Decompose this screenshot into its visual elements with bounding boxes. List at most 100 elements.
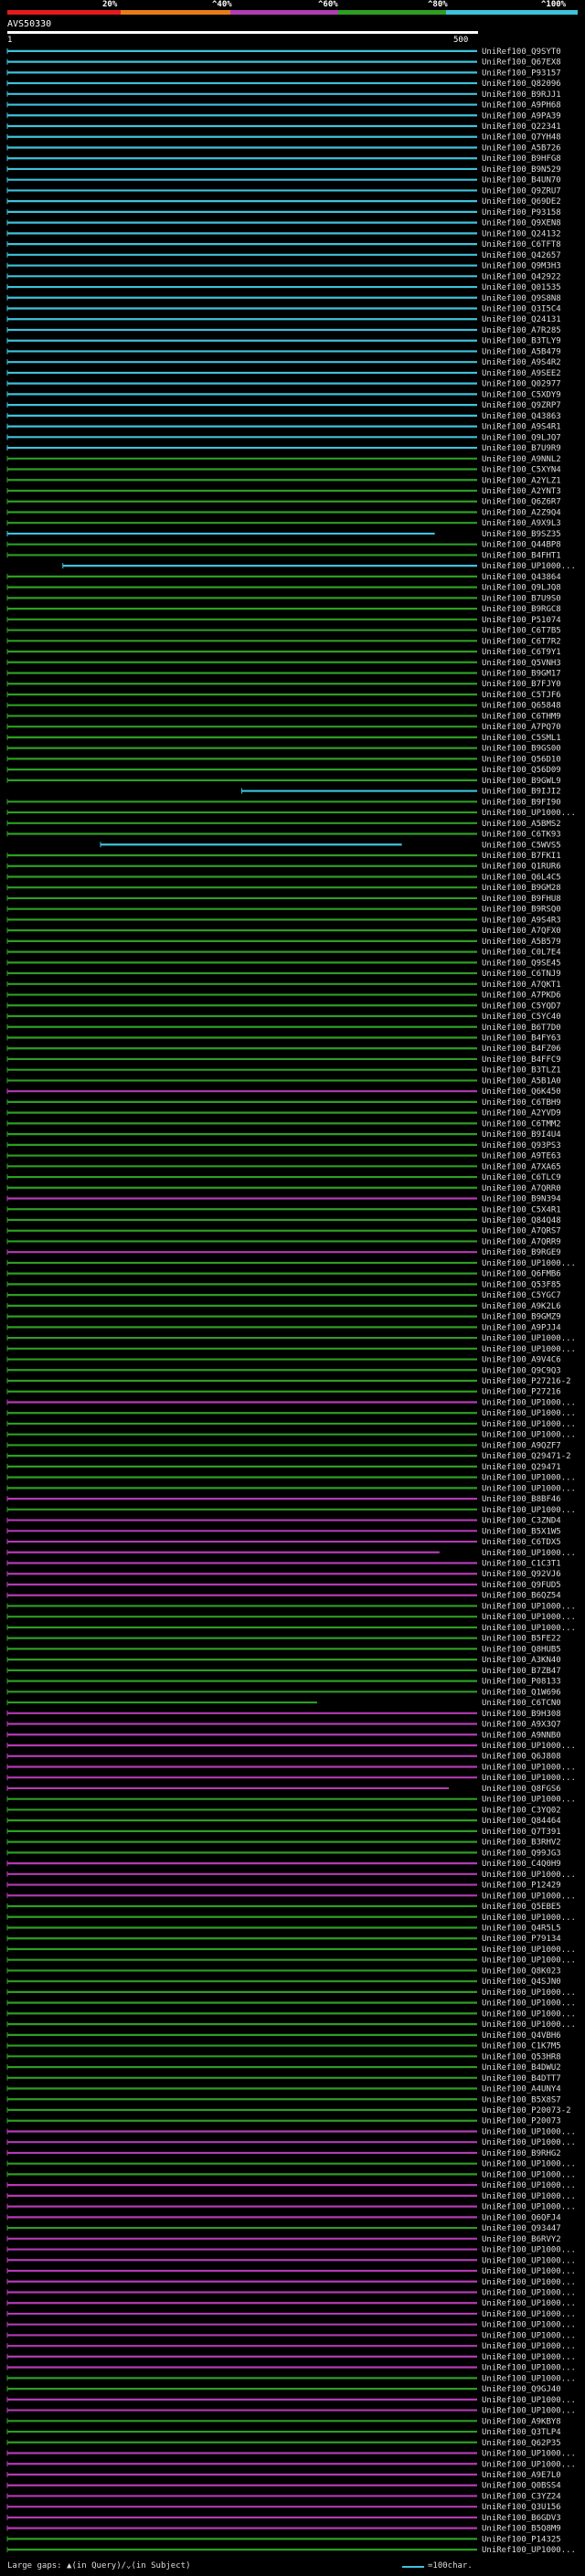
hit-label[interactable]: UniRef100_A5B479 bbox=[482, 347, 561, 356]
hit-row[interactable]: UniRef100_B5Q8M9 bbox=[6, 2525, 561, 2534]
hit-label[interactable]: UniRef100_A9V4C6 bbox=[482, 1356, 561, 1365]
hit-label[interactable]: UniRef100_Q9XEN8 bbox=[482, 219, 561, 228]
hit-label[interactable]: UniRef100_C0L7E4 bbox=[482, 949, 561, 958]
hit-row[interactable]: UniRef100_C6TDX5 bbox=[6, 1538, 561, 1547]
hit-row[interactable]: UniRef100_UP1000... bbox=[6, 2546, 576, 2555]
hit-label[interactable]: UniRef100_Q8HUB5 bbox=[482, 1645, 561, 1654]
hit-label[interactable]: UniRef100_UP1000... bbox=[482, 1484, 576, 1493]
hit-label[interactable]: UniRef100_UP1000... bbox=[482, 1796, 576, 1805]
hit-label[interactable]: UniRef100_A7PKD6 bbox=[482, 991, 561, 1001]
hit-row[interactable]: UniRef100_Q69DE2 bbox=[6, 197, 561, 207]
hit-label[interactable]: UniRef100_C5YC40 bbox=[482, 1012, 561, 1022]
hit-label[interactable]: UniRef100_Q3TLP4 bbox=[482, 2428, 561, 2437]
hit-row[interactable]: UniRef100_Q82096 bbox=[6, 80, 561, 89]
hit-label[interactable]: UniRef100_UP1000... bbox=[482, 2353, 576, 2362]
hit-label[interactable]: UniRef100_Q4SJN0 bbox=[482, 1977, 561, 1987]
hit-row[interactable]: UniRef100_UP1000... bbox=[6, 2127, 576, 2136]
hit-row[interactable]: UniRef100_A9E7L0 bbox=[6, 2471, 561, 2480]
hit-row[interactable]: UniRef100_UP1000... bbox=[6, 2246, 576, 2255]
hit-row[interactable]: UniRef100_Q56D10 bbox=[6, 755, 561, 764]
hit-label[interactable]: UniRef100_B3RHV2 bbox=[482, 1839, 561, 1848]
hit-row[interactable]: UniRef100_Q24131 bbox=[6, 315, 561, 324]
hit-row[interactable]: UniRef100_A9PJJ4 bbox=[6, 1323, 561, 1332]
hit-label[interactable]: UniRef100_C6TNJ9 bbox=[482, 970, 561, 979]
hit-label[interactable]: UniRef100_UP1000... bbox=[482, 1345, 576, 1354]
hit-label[interactable]: UniRef100_B6RVY2 bbox=[482, 2235, 561, 2244]
hit-label[interactable]: UniRef100_UP1000... bbox=[482, 1774, 576, 1783]
hit-label[interactable]: UniRef100_Q99JG3 bbox=[482, 1849, 561, 1858]
hit-label[interactable]: UniRef100_A2YNT3 bbox=[482, 487, 561, 496]
hit-label[interactable]: UniRef100_B4DTT7 bbox=[482, 2074, 561, 2083]
hit-label[interactable]: UniRef100_Q42922 bbox=[482, 272, 561, 281]
hit-label[interactable]: UniRef100_B5FE22 bbox=[482, 1635, 561, 1644]
hit-row[interactable]: UniRef100_B9RGE9 bbox=[6, 1248, 561, 1257]
hit-row[interactable]: UniRef100_UP1000... bbox=[6, 2256, 576, 2265]
hit-row[interactable]: UniRef100_C5YGC7 bbox=[6, 1291, 561, 1300]
hit-row[interactable]: UniRef100_B9GMZ9 bbox=[6, 1313, 561, 1322]
hit-row[interactable]: UniRef100_B9N529 bbox=[6, 165, 561, 175]
hit-row[interactable]: UniRef100_Q42657 bbox=[6, 251, 561, 260]
hit-row[interactable]: UniRef100_A5B1A0 bbox=[6, 1076, 561, 1086]
hit-row[interactable]: UniRef100_A7PKD6 bbox=[6, 991, 561, 1001]
hit-row[interactable]: UniRef100_C6TLC9 bbox=[6, 1173, 561, 1182]
hit-label[interactable]: UniRef100_A3KN40 bbox=[482, 1656, 561, 1665]
hit-row[interactable]: UniRef100_UP1000... bbox=[6, 2138, 576, 2147]
hit-label[interactable]: UniRef100_B3TLZ1 bbox=[482, 1066, 561, 1076]
hit-label[interactable]: UniRef100_UP1000... bbox=[482, 2407, 576, 2416]
hit-row[interactable]: UniRef100_B5FE22 bbox=[6, 1635, 561, 1644]
hit-label[interactable]: UniRef100_P20073 bbox=[482, 2117, 561, 2126]
hit-row[interactable]: UniRef100_UP1000... bbox=[6, 1945, 576, 1955]
hit-row[interactable]: UniRef100_A2YVD9 bbox=[6, 1109, 561, 1118]
hit-row[interactable]: UniRef100_UP1000... bbox=[6, 1259, 576, 1268]
hit-row[interactable]: UniRef100_A9SEE2 bbox=[6, 369, 561, 378]
hit-row[interactable]: UniRef100_B4FY63 bbox=[6, 1034, 561, 1043]
hit-row[interactable]: UniRef100_UP1000... bbox=[6, 2396, 576, 2405]
hit-label[interactable]: UniRef100_A9S4R1 bbox=[482, 423, 561, 432]
hit-label[interactable]: UniRef100_B9RGE9 bbox=[482, 1248, 561, 1257]
hit-row[interactable]: UniRef100_C6TFT8 bbox=[6, 240, 561, 249]
hit-row[interactable]: UniRef100_UP1000... bbox=[6, 1871, 576, 1880]
hit-label[interactable]: UniRef100_UP1000... bbox=[482, 2546, 576, 2555]
hit-label[interactable]: UniRef100_A7QFX0 bbox=[482, 927, 561, 936]
hit-row[interactable]: UniRef100_A2YNT3 bbox=[6, 487, 561, 496]
hit-label[interactable]: UniRef100_UP1000... bbox=[482, 1624, 576, 1633]
hit-label[interactable]: UniRef100_UP1000... bbox=[482, 2203, 576, 2212]
hit-label[interactable]: UniRef100_UP1000... bbox=[482, 2267, 576, 2276]
hit-label[interactable]: UniRef100_A7QRR9 bbox=[482, 1237, 561, 1246]
hit-row[interactable]: UniRef100_B4DWU2 bbox=[6, 2063, 561, 2072]
hit-label[interactable]: UniRef100_Q82096 bbox=[482, 80, 561, 89]
hit-label[interactable]: UniRef100_A9PJJ4 bbox=[482, 1323, 561, 1332]
hit-row[interactable]: UniRef100_UP1000... bbox=[6, 1624, 576, 1633]
hit-row[interactable]: UniRef100_UP1000... bbox=[6, 2020, 576, 2030]
hit-row[interactable]: UniRef100_UP1000... bbox=[6, 1763, 576, 1772]
hit-label[interactable]: UniRef100_Q9LJQ7 bbox=[482, 433, 561, 442]
hit-label[interactable]: UniRef100_B5Q8M9 bbox=[482, 2525, 561, 2534]
hit-row[interactable]: UniRef100_B9N394 bbox=[6, 1195, 561, 1204]
hit-row[interactable]: UniRef100_Q01535 bbox=[6, 283, 561, 292]
hit-row[interactable]: UniRef100_P93158 bbox=[6, 208, 561, 217]
hit-row[interactable]: UniRef100_B6RVY2 bbox=[6, 2235, 561, 2244]
hit-label[interactable]: UniRef100_UP1000... bbox=[482, 2181, 576, 2190]
hit-label[interactable]: UniRef100_UP1000... bbox=[482, 2278, 576, 2287]
hit-row[interactable]: UniRef100_Q9S8N8 bbox=[6, 294, 561, 303]
hit-row[interactable]: UniRef100_Q3I5C4 bbox=[6, 305, 561, 314]
hit-row[interactable]: UniRef100_A9NNL2 bbox=[6, 455, 561, 464]
hit-row[interactable]: UniRef100_UP1000... bbox=[6, 1334, 576, 1343]
hit-row[interactable]: UniRef100_Q53HR8 bbox=[6, 2052, 561, 2062]
hit-row[interactable]: UniRef100_B9RJJ1 bbox=[6, 90, 561, 100]
hit-label[interactable]: UniRef100_UP1000... bbox=[482, 1334, 576, 1343]
hit-row[interactable]: UniRef100_Q62P35 bbox=[6, 2439, 561, 2448]
hit-label[interactable]: UniRef100_Q44BP8 bbox=[482, 541, 561, 550]
hit-label[interactable]: UniRef100_Q5VNH3 bbox=[482, 659, 561, 668]
hit-label[interactable]: UniRef100_A9X3Q7 bbox=[482, 1721, 561, 1730]
hit-row[interactable]: UniRef100_B7ZB47 bbox=[6, 1667, 561, 1676]
hit-row[interactable]: UniRef100_A9S4R1 bbox=[6, 423, 561, 432]
hit-label[interactable]: UniRef100_B3TLY9 bbox=[482, 337, 561, 346]
hit-row[interactable]: UniRef100_Q29471 bbox=[6, 1463, 561, 1472]
hit-label[interactable]: UniRef100_UP1000... bbox=[482, 2127, 576, 2136]
hit-label[interactable]: UniRef100_UP1000... bbox=[482, 1613, 576, 1622]
hit-row[interactable]: UniRef100_C6TK93 bbox=[6, 831, 561, 840]
hit-label[interactable]: UniRef100_Q24132 bbox=[482, 229, 561, 239]
hit-row[interactable]: UniRef100_Q5VNH3 bbox=[6, 659, 561, 668]
hit-label[interactable]: UniRef100_C6TDX5 bbox=[482, 1538, 561, 1547]
